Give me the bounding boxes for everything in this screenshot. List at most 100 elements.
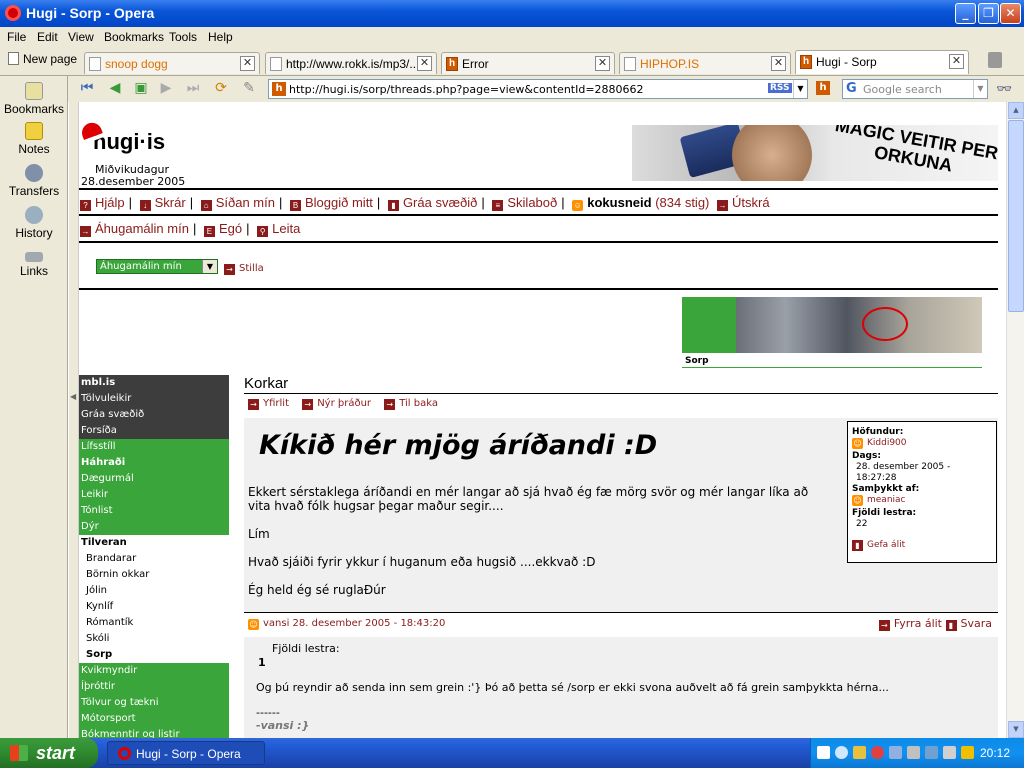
tab-hugi-sorp[interactable]: h Hugi - Sorp ✕	[795, 50, 969, 74]
network-tray-icon[interactable]	[853, 746, 866, 759]
tab-snoop-dogg[interactable]: snoop dogg ✕	[84, 52, 260, 74]
nav-files[interactable]: Skrár	[155, 195, 186, 210]
reload-page-icon[interactable]: ▣	[132, 80, 150, 96]
fast-forward-icon[interactable]: ⏭	[184, 80, 202, 96]
start-button[interactable]: start	[0, 738, 98, 768]
alert-tray-icon[interactable]	[961, 746, 974, 759]
sidebar-item[interactable]: Lífsstíll	[79, 439, 229, 455]
scroll-down-icon[interactable]: ▼	[1008, 721, 1024, 738]
username[interactable]: kokusneid	[587, 195, 651, 210]
nav-ego[interactable]: Egó	[219, 221, 242, 236]
address-bar[interactable]: h http://hugi.is/sorp/threads.php?page=v…	[268, 79, 808, 99]
sidebar-item[interactable]: Dægurmál	[79, 471, 229, 487]
address-dropdown-icon[interactable]: ▼	[793, 80, 807, 98]
reload-icon[interactable]: ⟳	[212, 80, 230, 96]
scroll-up-icon[interactable]: ▲	[1008, 102, 1024, 119]
sidebar-item[interactable]: Tónlist	[79, 503, 229, 519]
monitor-tray-icon[interactable]	[889, 746, 902, 759]
panel-toggle[interactable]: ◀	[69, 102, 79, 738]
new-thread-link[interactable]: → Nýr þráður	[302, 398, 371, 410]
sidebar-item[interactable]: Tölvuleikir	[79, 391, 229, 407]
rewind-icon[interactable]: ⏮	[78, 80, 96, 96]
sidebar-item[interactable]: Brandarar	[79, 551, 229, 567]
search-input[interactable]: G Google search ▼	[842, 79, 988, 99]
menu-tools[interactable]: Tools	[169, 30, 197, 44]
scroll-thumb[interactable]	[1008, 120, 1024, 312]
panel-bookmarks[interactable]: Bookmarks	[0, 82, 68, 116]
tab-close-icon[interactable]: ✕	[771, 56, 786, 71]
interests-select[interactable]: Áhugamálin mín ▼	[96, 259, 218, 274]
approver-link[interactable]: meaniac	[867, 495, 906, 505]
panel-history[interactable]: History	[0, 206, 68, 240]
minimize-button[interactable]: _	[955, 3, 976, 24]
panel-links[interactable]: Links	[0, 248, 68, 278]
sidebar-item[interactable]: Rómantík	[79, 615, 229, 631]
new-page-button[interactable]: New page	[8, 52, 77, 66]
menu-help[interactable]: Help	[208, 30, 233, 44]
nav-my-blog[interactable]: Bloggið mitt	[305, 195, 373, 210]
sidebar-item[interactable]: Dýr	[79, 519, 229, 535]
sidebar-item[interactable]: Skóli	[79, 631, 229, 647]
sidebar-item[interactable]: Börnin okkar	[79, 567, 229, 583]
zoom-glasses-icon[interactable]: 👓	[996, 82, 1012, 97]
vertical-scrollbar[interactable]: ▲ ▼	[1006, 102, 1024, 738]
users-tray-icon[interactable]	[925, 746, 938, 759]
sidebar-item[interactable]: Leikir	[79, 487, 229, 503]
sidebar-item[interactable]: Bókmenntir og listir	[79, 727, 229, 738]
device-tray-icon[interactable]	[907, 746, 920, 759]
stilla-button[interactable]: → Stilla	[224, 263, 264, 275]
tab-close-icon[interactable]: ✕	[949, 54, 964, 69]
author-link[interactable]: Kiddi900	[867, 438, 907, 448]
arrow-tray-icon[interactable]	[835, 746, 848, 759]
overview-link[interactable]: → Yfirlit	[248, 398, 289, 410]
reply-author-date[interactable]: vansi 28. desember 2005 - 18:43:20	[263, 618, 445, 629]
tab-error[interactable]: h Error ✕	[441, 52, 615, 74]
ad-banner[interactable]: MAGIC VEITIR PER ORKUNA	[632, 125, 998, 181]
sidebar-item[interactable]: Tilveran	[79, 535, 229, 551]
sidebar-item[interactable]: Kynlíf	[79, 599, 229, 615]
rate-link[interactable]: Gefa álit	[867, 540, 905, 550]
sidebar-item[interactable]: mbl.is	[79, 375, 229, 391]
menu-file[interactable]: File	[7, 30, 26, 44]
nav-search[interactable]: Leita	[272, 221, 300, 236]
sidebar-item[interactable]: Jólin	[79, 583, 229, 599]
sidebar-item[interactable]: Mótorsport	[79, 711, 229, 727]
forward-icon[interactable]: ▶	[157, 80, 175, 96]
site-logo[interactable]: hugi·is	[79, 120, 165, 155]
security-tray-icon[interactable]	[871, 746, 884, 759]
edit-icon[interactable]: ✎	[240, 80, 258, 96]
trash-icon[interactable]	[988, 52, 1002, 68]
back-link[interactable]: → Til baka	[384, 398, 438, 410]
tab-close-icon[interactable]: ✕	[417, 56, 432, 71]
nav-messages[interactable]: Skilaboð	[507, 195, 557, 210]
tab-hiphop[interactable]: HIPHOP.IS ✕	[619, 52, 791, 74]
sidebar-item[interactable]: Kvikmyndir	[79, 663, 229, 679]
nav-logout[interactable]: Útskrá	[732, 195, 770, 210]
tab-close-icon[interactable]: ✕	[240, 56, 255, 71]
sidebar-item[interactable]: Tölvur og tækni	[79, 695, 229, 711]
rss-icon[interactable]: RSS	[768, 83, 792, 93]
sidebar-item[interactable]: Forsíða	[79, 423, 229, 439]
back-icon[interactable]: ◀	[106, 80, 124, 96]
nav-my-page[interactable]: Síðan mín	[216, 195, 275, 210]
panel-transfers[interactable]: Transfers	[0, 164, 68, 198]
close-button[interactable]: ✕	[1000, 3, 1021, 24]
hugi-button-icon[interactable]: h	[816, 81, 830, 95]
reply-link[interactable]: ▮ Svara	[945, 617, 992, 631]
nav-grey-area[interactable]: Gráa svæðið	[403, 195, 477, 210]
volume-tray-icon[interactable]	[943, 746, 956, 759]
restore-button[interactable]: ❐	[978, 3, 999, 24]
help-tray-icon[interactable]	[817, 746, 830, 759]
sidebar-item[interactable]: Íþróttir	[79, 679, 229, 695]
sidebar-item[interactable]: Sorp	[79, 647, 229, 663]
menu-edit[interactable]: Edit	[37, 30, 58, 44]
sidebar-item[interactable]: Gráa svæðið	[79, 407, 229, 423]
nav-help[interactable]: Hjálp	[95, 195, 125, 210]
menu-view[interactable]: View	[68, 30, 94, 44]
search-dropdown-icon[interactable]: ▼	[973, 80, 987, 98]
sidebar-item[interactable]: Háhraði	[79, 455, 229, 471]
nav-my-interests[interactable]: Áhugamálin mín	[95, 221, 189, 236]
panel-notes[interactable]: Notes	[0, 122, 68, 156]
prev-opinion-link[interactable]: → Fyrra álit	[878, 617, 942, 631]
tab-rokk[interactable]: http://www.rokk.is/mp3/... ✕	[265, 52, 437, 74]
